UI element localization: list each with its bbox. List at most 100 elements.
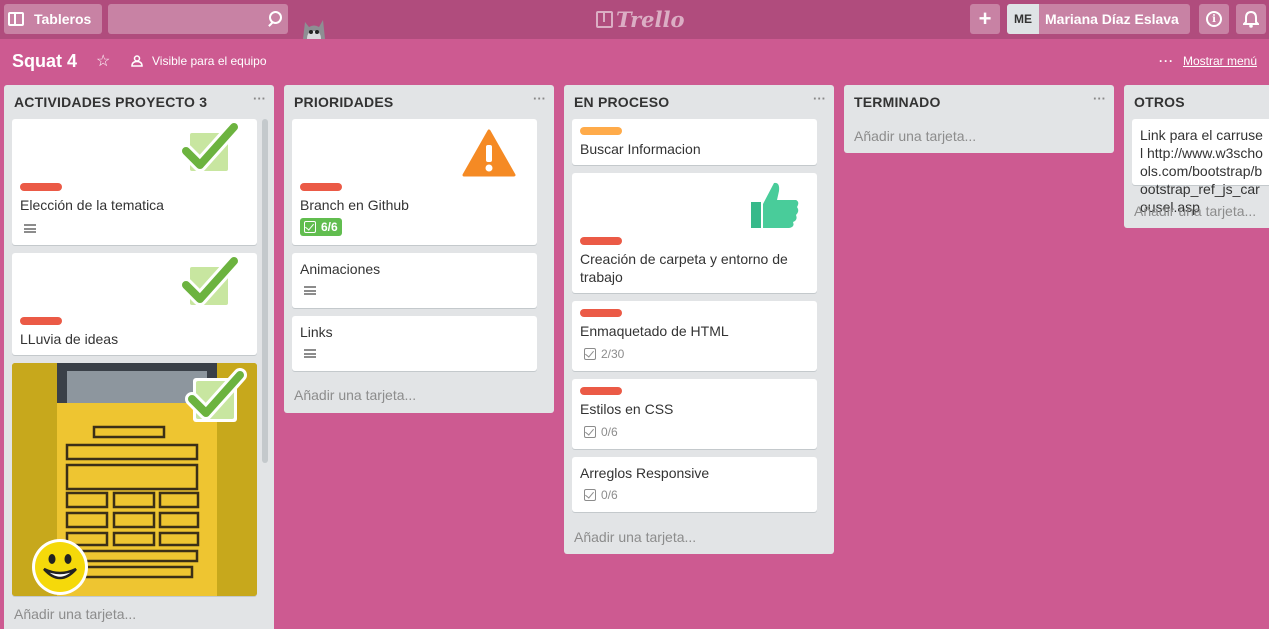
notifications-button[interactable]: [1236, 4, 1266, 34]
show-menu-button[interactable]: ··· Mostrar menú: [1159, 54, 1257, 68]
add-card-link[interactable]: Añadir una tarjeta...: [574, 529, 696, 545]
checklist-badge: 6/6: [300, 218, 342, 236]
list-prioridades: PRIORIDADES ··· Branch en Github 6/6 Ani…: [284, 85, 554, 413]
card-title: Links: [300, 324, 333, 340]
list-actividades: ACTIVIDADES PROYECTO 3 ··· Elección de l…: [4, 85, 274, 629]
card-title: Arreglos Responsive: [580, 465, 710, 481]
card[interactable]: Elección de la tematica: [12, 119, 257, 245]
list-title[interactable]: ACTIVIDADES PROYECTO 3: [14, 94, 207, 110]
card-title: Branch en Github: [300, 197, 409, 213]
logo-text: Trello: [616, 6, 685, 32]
description-icon: [304, 349, 316, 358]
checklist-badge: 0/6: [584, 425, 618, 439]
taco-mascot-icon: [303, 20, 325, 39]
checklist-count: 6/6: [321, 220, 338, 234]
card-title: Buscar Informacion: [580, 141, 701, 157]
add-button[interactable]: +: [970, 4, 1000, 34]
member-name: Mariana Díaz Eslava: [1045, 11, 1179, 27]
plus-icon: +: [978, 6, 992, 31]
top-header: Tableros Trello + ME Mariana Díaz Eslava…: [0, 0, 1269, 39]
list-title[interactable]: PRIORIDADES: [294, 94, 393, 110]
list-header[interactable]: OTROS: [1124, 85, 1269, 119]
trello-logo-icon: [596, 10, 613, 28]
list-title[interactable]: OTROS: [1134, 94, 1185, 110]
show-menu-label: Mostrar menú: [1182, 54, 1257, 68]
card-title: Estilos en CSS: [580, 401, 674, 417]
card[interactable]: LLuvia de ideas: [12, 253, 257, 355]
list-header[interactable]: EN PROCESO ···: [564, 85, 834, 119]
avatar: ME: [1007, 4, 1039, 34]
check-icon: [179, 254, 240, 308]
visibility-label: Visible para el equipo: [152, 54, 267, 68]
team-icon: [131, 55, 143, 67]
list-menu-icon[interactable]: ···: [1093, 91, 1106, 106]
checklist-count: 2/30: [601, 347, 625, 361]
list-menu-icon[interactable]: ···: [253, 91, 266, 106]
list-scrollbar[interactable]: [262, 119, 268, 463]
card-label-orange: [580, 127, 622, 135]
card[interactable]: Creación de carpeta y entorno de trabajo: [572, 173, 817, 293]
list-header[interactable]: PRIORIDADES ···: [284, 85, 554, 119]
more-dots-icon: ···: [1158, 54, 1174, 68]
card-title: LLuvia de ideas: [20, 331, 119, 347]
boards-icon: [8, 12, 24, 26]
member-menu-button[interactable]: ME Mariana Díaz Eslava: [1007, 4, 1190, 34]
card[interactable]: Branch en Github 6/6: [292, 119, 537, 245]
card[interactable]: Enmaquetado de HTML 2/30: [572, 301, 817, 371]
card[interactable]: Buscar Informacion: [572, 119, 817, 165]
list-title[interactable]: EN PROCESO: [574, 94, 669, 110]
board-title[interactable]: Squat 4: [12, 51, 77, 72]
card-with-cover[interactable]: [12, 363, 257, 596]
search-icon[interactable]: [266, 11, 282, 27]
card[interactable]: Links: [292, 316, 537, 371]
star-icon[interactable]: ☆: [96, 51, 110, 71]
boards-label: Tableros: [34, 11, 92, 27]
trello-logo[interactable]: Trello: [596, 6, 685, 32]
card[interactable]: Estilos en CSS 0/6: [572, 379, 817, 449]
search-input[interactable]: [108, 4, 288, 34]
checklist-icon: [584, 348, 596, 360]
checklist-count: 0/6: [601, 425, 618, 439]
add-card-link[interactable]: Añadir una tarjeta...: [14, 606, 136, 622]
card-title: Enmaquetado de HTML: [580, 323, 729, 339]
smiley-icon: [32, 539, 88, 595]
description-icon: [304, 286, 316, 295]
checklist-count: 0/6: [601, 488, 618, 502]
visibility-button[interactable]: Visible para el equipo: [131, 54, 267, 68]
info-icon: i: [1206, 11, 1222, 27]
checklist-badge: 2/30: [584, 347, 624, 361]
checklist-icon: [584, 489, 596, 501]
add-card-link[interactable]: Añadir una tarjeta...: [854, 128, 976, 144]
boards-button[interactable]: Tableros: [4, 4, 102, 34]
info-button[interactable]: i: [1199, 4, 1229, 34]
bell-icon: [1243, 10, 1259, 28]
check-icon: [185, 368, 247, 422]
checklist-badge: 0/6: [584, 488, 618, 502]
checklist-icon: [304, 221, 316, 233]
card[interactable]: Link para el carrusel http://www.w3schoo…: [1132, 119, 1269, 215]
add-card-link[interactable]: Añadir una tarjeta...: [1134, 203, 1256, 219]
check-icon: [179, 120, 240, 174]
warning-icon: [458, 125, 520, 180]
card-label-red: [20, 183, 62, 191]
card[interactable]: Animaciones: [292, 253, 537, 308]
add-card-link[interactable]: Añadir una tarjeta...: [294, 387, 416, 403]
list-terminado: TERMINADO ··· Añadir una tarjeta...: [844, 85, 1114, 153]
description-icon: [24, 224, 36, 233]
list-header[interactable]: TERMINADO ···: [844, 85, 1114, 119]
list-otros: OTROS Link para el carrusel http://www.w…: [1124, 85, 1269, 228]
list-menu-icon[interactable]: ···: [813, 91, 826, 106]
card-label-red: [580, 309, 622, 317]
list-en-proceso: EN PROCESO ··· Buscar Informacion Creaci…: [564, 85, 834, 554]
card-title: Creación de carpeta y entorno de trabajo: [580, 251, 788, 285]
list-header[interactable]: ACTIVIDADES PROYECTO 3 ···: [4, 85, 274, 119]
card-title: Animaciones: [300, 261, 381, 277]
list-menu-icon[interactable]: ···: [533, 91, 546, 106]
card-label-red: [580, 387, 622, 395]
card-label-red: [20, 317, 62, 325]
checklist-icon: [584, 426, 596, 438]
card-title: Elección de la tematica: [20, 197, 164, 213]
card-label-red: [300, 183, 342, 191]
list-title[interactable]: TERMINADO: [854, 94, 941, 110]
card[interactable]: Arreglos Responsive 0/6: [572, 457, 817, 512]
